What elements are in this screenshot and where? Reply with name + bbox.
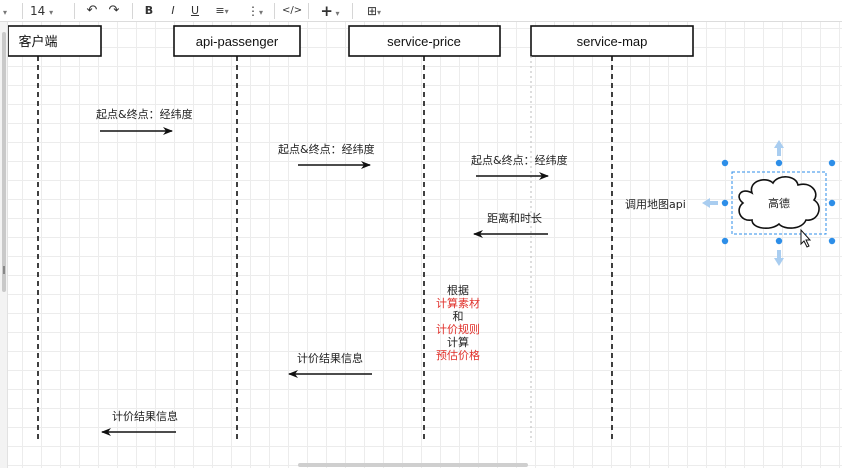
- toolbar-divider: [274, 3, 275, 19]
- message-price-to-map[interactable]: 起点&终点：经纬度: [471, 153, 568, 180]
- message-label: 起点&终点：经纬度: [96, 107, 193, 121]
- undo-icon[interactable]: ↶: [84, 3, 100, 19]
- toolbar-divider: [22, 3, 23, 19]
- toolbar-divider: [308, 3, 309, 19]
- note-line-highlight: 计价规则: [436, 322, 480, 336]
- insert-plus-button[interactable]: + ▾: [316, 3, 344, 19]
- participant-client[interactable]: 客户端: [8, 25, 102, 57]
- cloud-label: 高德: [768, 196, 790, 210]
- participant-label: 客户端: [18, 34, 57, 49]
- message-map-to-price[interactable]: 距离和时长: [473, 211, 548, 238]
- toolbar-divider: [352, 3, 353, 19]
- note-line-highlight: 预估价格: [436, 348, 480, 362]
- vertical-scrollbar[interactable]: [0, 22, 8, 468]
- editor-toolbar: ▾ 14 ▾ ↶ ↷ B I U ≡▾ ⋮▾ </> + ▾ ⊞▾: [0, 0, 842, 22]
- arrow-up-icon[interactable]: [774, 140, 784, 156]
- html-code-button[interactable]: </>: [282, 3, 302, 19]
- map-api-call-label[interactable]: 调用地图api: [625, 198, 686, 211]
- horizontal-scrollbar[interactable]: [298, 463, 528, 467]
- redo-icon[interactable]: ↷: [106, 3, 122, 19]
- arrow-down-icon[interactable]: [774, 250, 784, 266]
- sequence-diagram: 客户端 api-passenger service-price service-…: [8, 25, 836, 442]
- message-label: 起点&终点：经纬度: [278, 142, 375, 156]
- note-line-highlight: 计算素材: [436, 296, 480, 310]
- font-size-dropdown[interactable]: 14 ▾: [30, 3, 66, 19]
- toolbar-divider: [74, 3, 75, 19]
- message-label: 计价结果信息: [112, 409, 178, 423]
- participant-label: service-map: [577, 34, 648, 49]
- message-api-to-price[interactable]: 起点&终点：经纬度: [278, 142, 375, 169]
- participant-api-passenger[interactable]: api-passenger: [173, 25, 301, 57]
- note-line: 和: [453, 310, 464, 323]
- note-line: 根据: [447, 283, 469, 297]
- note-line: 计算: [447, 335, 469, 349]
- bold-button[interactable]: B: [142, 3, 156, 19]
- message-label: 距离和时长: [487, 211, 542, 225]
- font-size-value: 14: [30, 4, 46, 18]
- gaode-cloud-shape[interactable]: 高德: [702, 140, 836, 266]
- arrow-left-icon[interactable]: [702, 198, 718, 208]
- participant-label: api-passenger: [196, 34, 279, 49]
- message-api-to-client[interactable]: 计价结果信息: [101, 409, 178, 436]
- italic-button[interactable]: I: [166, 3, 180, 19]
- message-label: 起点&终点：经纬度: [471, 153, 568, 167]
- diagram-canvas[interactable]: 客户端 api-passenger service-price service-…: [8, 22, 842, 468]
- align-icon[interactable]: ≡▾: [210, 3, 234, 19]
- toolbar-divider: [132, 3, 133, 19]
- pricing-note[interactable]: 根据 计算素材 和 计价规则 计算 预估价格: [436, 283, 480, 362]
- underline-button[interactable]: U: [188, 3, 202, 19]
- participant-service-map[interactable]: service-map: [530, 25, 694, 57]
- scrollbar-thumb[interactable]: [2, 32, 6, 292]
- chevron-down-icon: ▾: [49, 8, 54, 17]
- message-label: 计价结果信息: [297, 351, 363, 365]
- vertical-align-icon[interactable]: ⋮▾: [244, 3, 266, 19]
- message-client-to-api[interactable]: 起点&终点：经纬度: [96, 107, 193, 135]
- mouse-cursor-icon: [800, 228, 812, 248]
- participant-service-price[interactable]: service-price: [348, 25, 501, 57]
- participant-label: service-price: [387, 34, 461, 49]
- insert-plus-icon: +: [320, 2, 333, 20]
- resize-handle[interactable]: [3, 266, 5, 274]
- table-icon[interactable]: ⊞▾: [360, 3, 388, 19]
- toolbar-left-caret-icon[interactable]: ▾: [0, 3, 10, 19]
- message-price-to-api[interactable]: 计价结果信息: [288, 351, 372, 378]
- chevron-down-icon: ▾: [333, 9, 340, 18]
